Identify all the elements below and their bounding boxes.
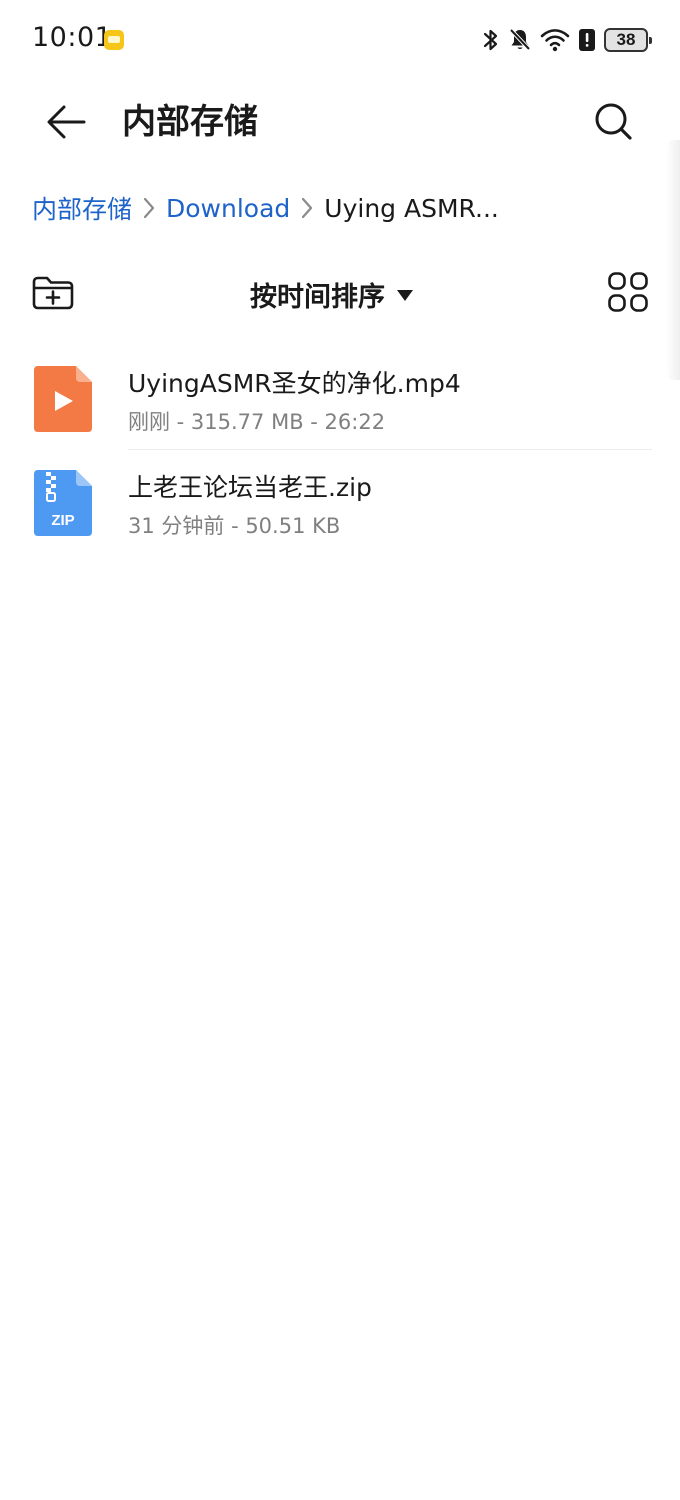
sort-dropdown[interactable]: 按时间排序 — [250, 272, 413, 316]
file-name: 上老王论坛当老王.zip — [128, 473, 372, 502]
breadcrumb-item-download[interactable]: Download — [166, 194, 290, 223]
page-title: 内部存储 — [122, 102, 258, 142]
video-file-icon — [34, 366, 92, 432]
back-button[interactable] — [38, 98, 94, 146]
file-meta: 刚刚 - 315.77 MB - 26:22 — [128, 410, 386, 434]
status-bar: 10:01 38 — [0, 0, 680, 80]
breadcrumb: 内部存储 Download Uying ASMR... — [32, 188, 648, 228]
new-folder-icon — [32, 276, 74, 310]
chevron-right-icon — [300, 195, 314, 221]
chevron-right-icon — [142, 195, 156, 221]
search-icon — [595, 103, 632, 140]
file-manager-screen: 10:01 38 内部存储 内部存储 Download Uying ASMR..… — [0, 0, 680, 1500]
file-list: UyingASMR圣女的净化.mp4 刚刚 - 315.77 MB - 26:2… — [0, 346, 680, 554]
zip-file-icon: ZIP — [34, 470, 92, 536]
edge-shade — [666, 140, 680, 380]
zip-icon-label: ZIP — [51, 512, 74, 529]
status-icons: 38 — [482, 24, 652, 56]
new-folder-button[interactable] — [28, 270, 78, 316]
file-meta: 31 分钟前 - 50.51 KB — [128, 514, 341, 538]
sort-label: 按时间排序 — [250, 281, 385, 313]
file-row-video[interactable]: UyingASMR圣女的净化.mp4 刚刚 - 315.77 MB - 26:2… — [0, 346, 680, 450]
arrow-left-icon — [47, 105, 86, 139]
notification-app-icon — [104, 30, 124, 50]
app-bar: 内部存储 — [0, 80, 680, 164]
breadcrumb-item-internal-storage[interactable]: 内部存储 — [32, 190, 132, 226]
alert-icon — [578, 27, 596, 53]
search-button[interactable] — [590, 98, 638, 146]
bluetooth-icon — [482, 27, 500, 53]
file-name: UyingASMR圣女的净化.mp4 — [128, 369, 461, 398]
list-toolbar: 按时间排序 — [0, 262, 680, 326]
grid-view-icon — [608, 272, 648, 312]
caret-down-icon — [397, 289, 413, 301]
status-time: 10:01 — [32, 22, 113, 53]
mute-bell-icon — [508, 27, 532, 53]
breadcrumb-item-current: Uying ASMR... — [324, 193, 499, 223]
file-row-zip[interactable]: ZIP 上老王论坛当老王.zip 31 分钟前 - 50.51 KB — [0, 450, 680, 554]
wifi-icon — [540, 27, 570, 53]
battery-icon: 38 — [604, 28, 652, 52]
grid-view-button[interactable] — [606, 270, 650, 314]
